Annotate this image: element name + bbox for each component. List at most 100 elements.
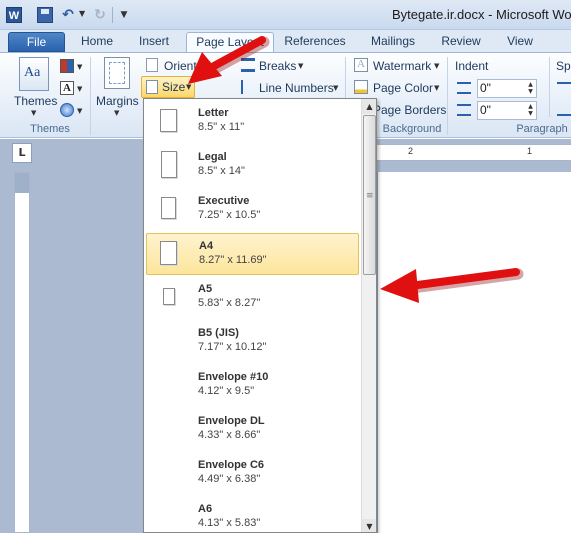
undo-dropdown-icon[interactable]: ▼ xyxy=(79,9,85,18)
page-thumbnail-icon xyxy=(161,151,177,178)
spacing-after-icon xyxy=(557,104,571,116)
word-app-icon[interactable]: W xyxy=(6,7,22,23)
theme-effects-dropdown-icon[interactable]: ▼ xyxy=(77,107,82,115)
page-color-icon[interactable] xyxy=(354,80,368,94)
tab-insert[interactable]: Insert xyxy=(127,32,181,52)
breaks-button-label[interactable]: Breaks xyxy=(259,59,296,73)
orientation-icon[interactable] xyxy=(146,58,158,72)
size-option-name: Envelope #10 xyxy=(198,371,269,383)
indent-left-input[interactable]: 0" ▲ ▼ xyxy=(477,79,537,98)
size-option-letter[interactable]: Letter 8.5" x 11" xyxy=(146,101,359,143)
page-size-gallery: Letter 8.5" x 11" Legal 8.5" x 14" Execu… xyxy=(143,98,377,533)
vertical-ruler[interactable] xyxy=(14,172,30,533)
size-option-dimensions: 4.49" x 6.38" xyxy=(198,473,261,485)
document-page[interactable] xyxy=(378,172,571,533)
size-option-name: B5 (JIS) xyxy=(198,327,239,339)
ribbon-tab-row: File Home Insert Page Layout References … xyxy=(0,30,571,53)
watermark-dropdown-icon[interactable]: ▼ xyxy=(434,62,439,70)
tab-mailings[interactable]: Mailings xyxy=(361,32,425,52)
watermark-button-label[interactable]: Watermark xyxy=(373,59,431,73)
horizontal-ruler[interactable]: 2 1 xyxy=(372,144,571,161)
size-option-envelope-10[interactable]: Envelope #10 4.12" x 9.5" xyxy=(146,365,359,407)
size-option-envelope-dl[interactable]: Envelope DL 4.33" x 8.66" xyxy=(146,409,359,451)
customize-qat-icon[interactable]: ▼ xyxy=(116,7,132,23)
page-thumbnail-icon xyxy=(163,288,175,305)
window-title: Bytegate.ir.docx - Microsoft Word xyxy=(392,7,571,22)
size-option-name: A5 xyxy=(198,283,213,295)
size-option-a6[interactable]: A6 4.13" x 5.83" xyxy=(146,497,359,532)
group-separator xyxy=(549,57,550,117)
scroll-up-icon[interactable]: ▲ xyxy=(362,99,376,114)
size-option-dimensions: 5.83" x 8.27" xyxy=(198,297,261,309)
themes-button-label[interactable]: Themes xyxy=(14,94,57,108)
size-button-label: Size xyxy=(162,80,186,94)
tab-file[interactable]: File xyxy=(8,32,65,52)
page-color-button-label[interactable]: Page Color xyxy=(373,81,433,95)
indent-heading: Indent xyxy=(455,59,489,73)
tab-stop-selector[interactable]: L xyxy=(12,143,32,163)
ruler-mark: 2 xyxy=(408,146,414,156)
tab-review[interactable]: Review xyxy=(432,32,490,52)
indent-left-value: 0" xyxy=(480,81,491,95)
margins-button-label[interactable]: Margins xyxy=(96,94,139,108)
size-option-a4[interactable]: A4 8.27" x 11.69" xyxy=(146,233,359,275)
margins-dropdown-icon[interactable]: ▼ xyxy=(114,109,119,117)
size-option-legal[interactable]: Legal 8.5" x 14" xyxy=(146,145,359,187)
line-numbers-icon[interactable] xyxy=(241,80,255,94)
size-option-name: Executive xyxy=(198,195,250,207)
size-option-name: Envelope DL xyxy=(198,415,265,427)
orientation-button-label[interactable]: Orient xyxy=(164,59,197,73)
watermark-icon[interactable] xyxy=(354,58,368,72)
page-borders-button-label[interactable]: Page Borders xyxy=(373,103,446,117)
size-option-name: A4 xyxy=(199,240,214,252)
size-option-dimensions: 7.25" x 10.5" xyxy=(198,209,261,221)
breaks-dropdown-icon[interactable]: ▼ xyxy=(298,62,303,70)
indent-right-input[interactable]: 0" ▲ ▼ xyxy=(477,101,537,120)
undo-icon[interactable]: ↶ xyxy=(60,7,76,23)
scrollbar-thumb[interactable] xyxy=(363,115,376,275)
size-option-dimensions: 7.17" x 10.12" xyxy=(198,341,267,353)
themes-dropdown-icon[interactable]: ▼ xyxy=(31,109,36,117)
page-thumbnail-icon xyxy=(160,109,177,132)
size-option-dimensions: 4.33" x 8.66" xyxy=(198,429,261,441)
size-option-a5[interactable]: A5 5.83" x 8.27" xyxy=(146,277,359,319)
margins-icon[interactable] xyxy=(104,57,130,89)
page-thumbnail-icon xyxy=(160,241,177,265)
scroll-down-icon[interactable]: ▼ xyxy=(362,519,376,532)
line-numbers-dropdown-icon[interactable]: ▼ xyxy=(333,84,338,92)
tab-page-layout[interactable]: Page Layout xyxy=(186,32,274,53)
redo-icon[interactable]: ↻ xyxy=(92,7,108,23)
themes-icon[interactable] xyxy=(19,57,49,91)
size-option-dimensions: 8.5" x 11" xyxy=(198,121,245,133)
gallery-scrollbar[interactable]: ▲ ▼ xyxy=(361,99,376,532)
save-icon[interactable] xyxy=(37,7,53,23)
page-color-dropdown-icon[interactable]: ▼ xyxy=(434,84,439,92)
size-dropdown-icon: ▼ xyxy=(186,83,192,91)
indent-right-icon xyxy=(457,104,471,116)
size-button[interactable]: Size ▼ xyxy=(141,76,195,98)
page-background-group-label: Background xyxy=(382,123,442,135)
tab-references[interactable]: References xyxy=(278,32,352,52)
tab-view[interactable]: View xyxy=(496,32,544,52)
size-option-dimensions: 4.12" x 9.5" xyxy=(198,385,255,397)
theme-colors-dropdown-icon[interactable]: ▼ xyxy=(77,63,82,71)
size-option-name: A6 xyxy=(198,503,213,515)
spacing-before-icon xyxy=(557,82,571,94)
line-numbers-button-label[interactable]: Line Numbers xyxy=(259,81,334,95)
theme-effects-icon[interactable] xyxy=(60,103,74,117)
indent-left-spinner[interactable]: ▲ ▼ xyxy=(526,81,535,96)
indent-right-value: 0" xyxy=(480,103,491,117)
ruler-mark: 1 xyxy=(527,146,533,156)
breaks-icon[interactable] xyxy=(241,58,255,72)
size-option-dimensions: 4.13" x 5.83" xyxy=(198,517,261,529)
themes-group-label: Themes xyxy=(30,123,70,135)
size-option-b5-jis[interactable]: B5 (JIS) 7.17" x 10.12" xyxy=(146,321,359,363)
size-option-dimensions: 8.5" x 14" xyxy=(198,165,245,177)
theme-fonts-dropdown-icon[interactable]: ▼ xyxy=(77,85,82,93)
size-option-envelope-c6[interactable]: Envelope C6 4.49" x 6.38" xyxy=(146,453,359,495)
theme-colors-icon[interactable] xyxy=(60,59,74,73)
size-option-executive[interactable]: Executive 7.25" x 10.5" xyxy=(146,189,359,231)
tab-home[interactable]: Home xyxy=(70,32,124,52)
theme-fonts-icon[interactable]: A xyxy=(60,81,74,95)
indent-right-spinner[interactable]: ▲ ▼ xyxy=(526,103,535,118)
